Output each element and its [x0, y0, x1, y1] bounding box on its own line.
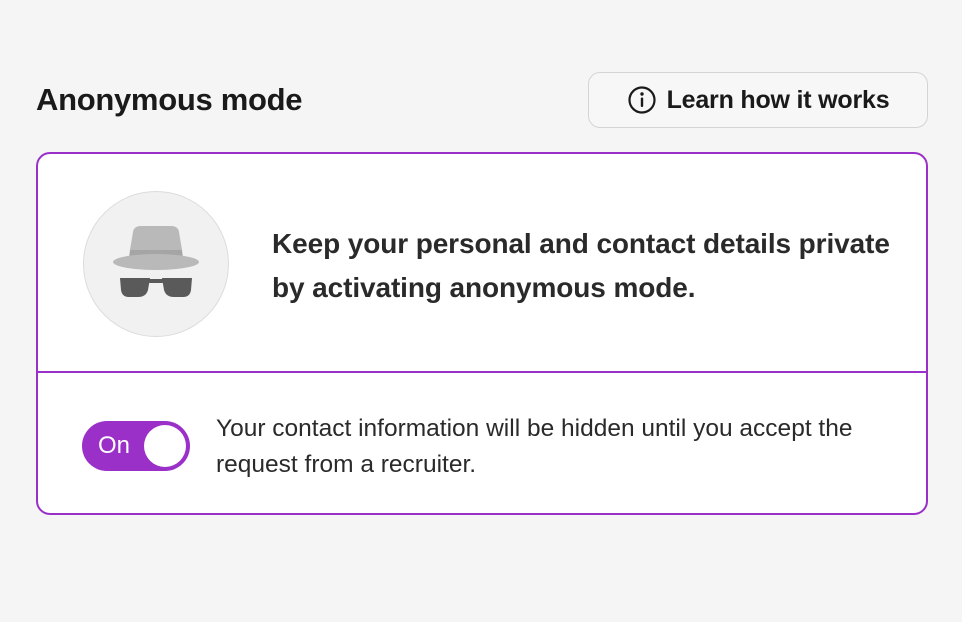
page-title: Anonymous mode: [36, 82, 303, 117]
learn-how-it-works-button[interactable]: Learn how it works: [588, 72, 928, 128]
anonymous-mode-card: Keep your personal and contact details p…: [36, 152, 928, 515]
info-icon: [627, 85, 657, 115]
card-toggle-section: On Your contact information will be hidd…: [38, 373, 926, 513]
intro-text: Keep your personal and contact details p…: [272, 228, 890, 303]
anonymous-mode-toggle[interactable]: On: [82, 421, 190, 471]
toggle-label: On: [98, 432, 131, 459]
card-intro-section: Keep your personal and contact details p…: [38, 154, 926, 372]
toggle-knob: [144, 425, 186, 467]
incognito-avatar: [83, 191, 229, 337]
toggle-description: Your contact information will be hidden …: [216, 415, 853, 478]
learn-button-label: Learn how it works: [666, 85, 890, 114]
anonymous-mode-page: Anonymous mode Learn how it works Keep y…: [0, 0, 962, 622]
incognito-icon: [113, 226, 199, 297]
